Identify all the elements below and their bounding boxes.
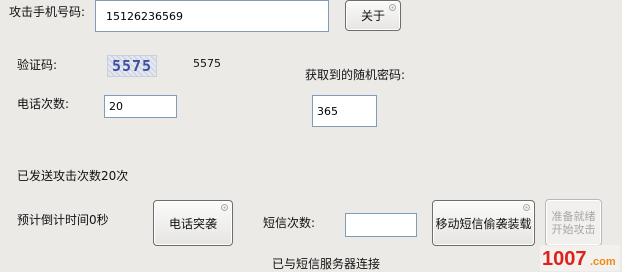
captcha-value: 5575 [193,57,221,70]
mobile-sms-button[interactable]: 移动短信偷袭装载 [432,200,535,246]
about-button[interactable]: 关于 [345,0,401,31]
attack-phone-input[interactable]: 15126236569 [95,0,329,32]
call-count-label: 电话次数: [17,97,70,111]
sms-count-label: 短信次数: [263,216,316,230]
mobile-sms-button-label: 移动短信偷袭装载 [435,216,532,231]
button-ornament-icon [389,4,396,11]
about-button-label: 关于 [360,9,385,23]
attack-phone-label: 攻击手机号码: [9,5,86,19]
site-watermark-logo: 1007 .com [540,245,620,271]
countdown-text: 预计倒计时间0秒 [17,213,109,227]
svg-text:.com: .com [590,256,616,268]
call-attack-button[interactable]: 电话突袭 [153,200,233,246]
call-attack-button-label: 电话突袭 [168,216,217,231]
ready-attack-line2: 开始攻击 [551,222,596,236]
ready-attack-line1: 准备就绪 [551,209,596,223]
random-password-label: 获取到的随机密码: [305,68,406,82]
svg-text:1007: 1007 [542,248,587,270]
call-count-input[interactable]: 20 [104,95,177,118]
random-password-input[interactable]: 365 [312,95,377,127]
captcha-image: 5575 [107,55,157,77]
captcha-label: 验证码: [17,58,58,72]
sms-count-input[interactable] [345,213,417,237]
button-ornament-icon [523,204,530,211]
server-status-text: 已与短信服务器连接 [272,257,381,271]
sent-status-text: 已发送攻击次数20次 [17,169,129,183]
ready-attack-button[interactable]: 准备就绪 开始攻击 [545,199,602,246]
button-ornament-icon [221,204,228,211]
